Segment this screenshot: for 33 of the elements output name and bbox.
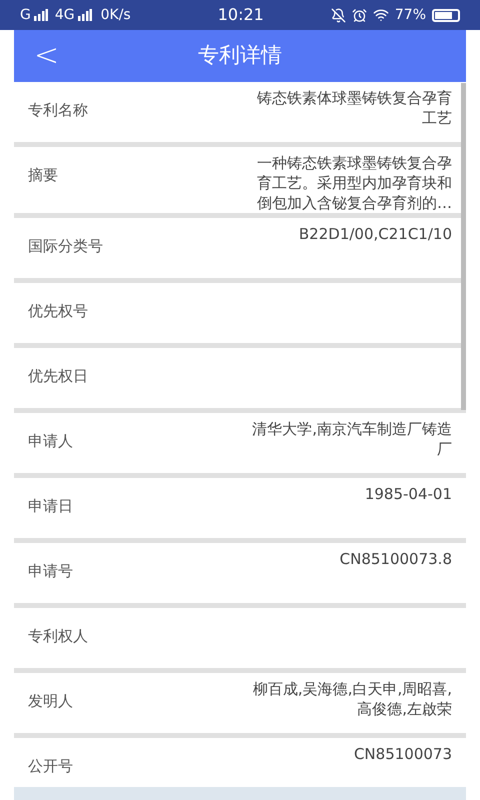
signal-icon: [78, 9, 92, 21]
field-label: 发明人: [28, 691, 73, 711]
field-value: 一种铸态铁素球墨铸铁复合孕育工艺。采用型内加孕育块和倒包加入含铋复合孕育剂的…: [256, 153, 452, 213]
field-value: 柳百成,吴海德,白天申,周昭喜,高俊德,左啟荣: [252, 679, 452, 719]
clock-text: 10:21: [218, 4, 264, 26]
wifi-icon: [372, 7, 389, 23]
back-button[interactable]: <: [34, 41, 60, 71]
alarm-icon: [352, 8, 367, 22]
network-label: 4G: [54, 6, 75, 24]
field-label: 摘要: [28, 165, 58, 185]
field-label: 专利名称: [28, 100, 88, 120]
mute-icon: [330, 8, 346, 22]
battery-text: 77%: [394, 6, 426, 24]
field-value: 铸态铁素体球墨铸铁复合孕育工艺: [256, 88, 452, 128]
speed-text: 0K/s: [100, 6, 131, 24]
field-value: CN85100073.8: [338, 549, 452, 569]
field-value: 清华大学,南京汽车制造厂铸造厂: [252, 419, 452, 459]
field-label: 申请日: [28, 496, 73, 516]
field-value: CN85100073: [352, 744, 452, 764]
field-label: 申请人: [28, 431, 73, 451]
field-label: 优先权号: [28, 301, 88, 321]
field-value: 1985-04-01: [364, 484, 452, 504]
network-label: G: [20, 6, 31, 24]
page-title: 专利详情: [198, 42, 282, 70]
field-label: 专利权人: [28, 626, 88, 646]
field-label: 国际分类号: [28, 236, 103, 256]
signal-icon: [34, 9, 48, 21]
field-label: 申请号: [28, 561, 73, 581]
field-label: 优先权日: [28, 366, 88, 386]
field-label: 公开号: [28, 756, 73, 776]
field-value: B22D1/00,C21C1/10: [298, 224, 452, 244]
scrollbar-thumb[interactable]: [461, 83, 466, 410]
battery-icon: [432, 8, 460, 22]
